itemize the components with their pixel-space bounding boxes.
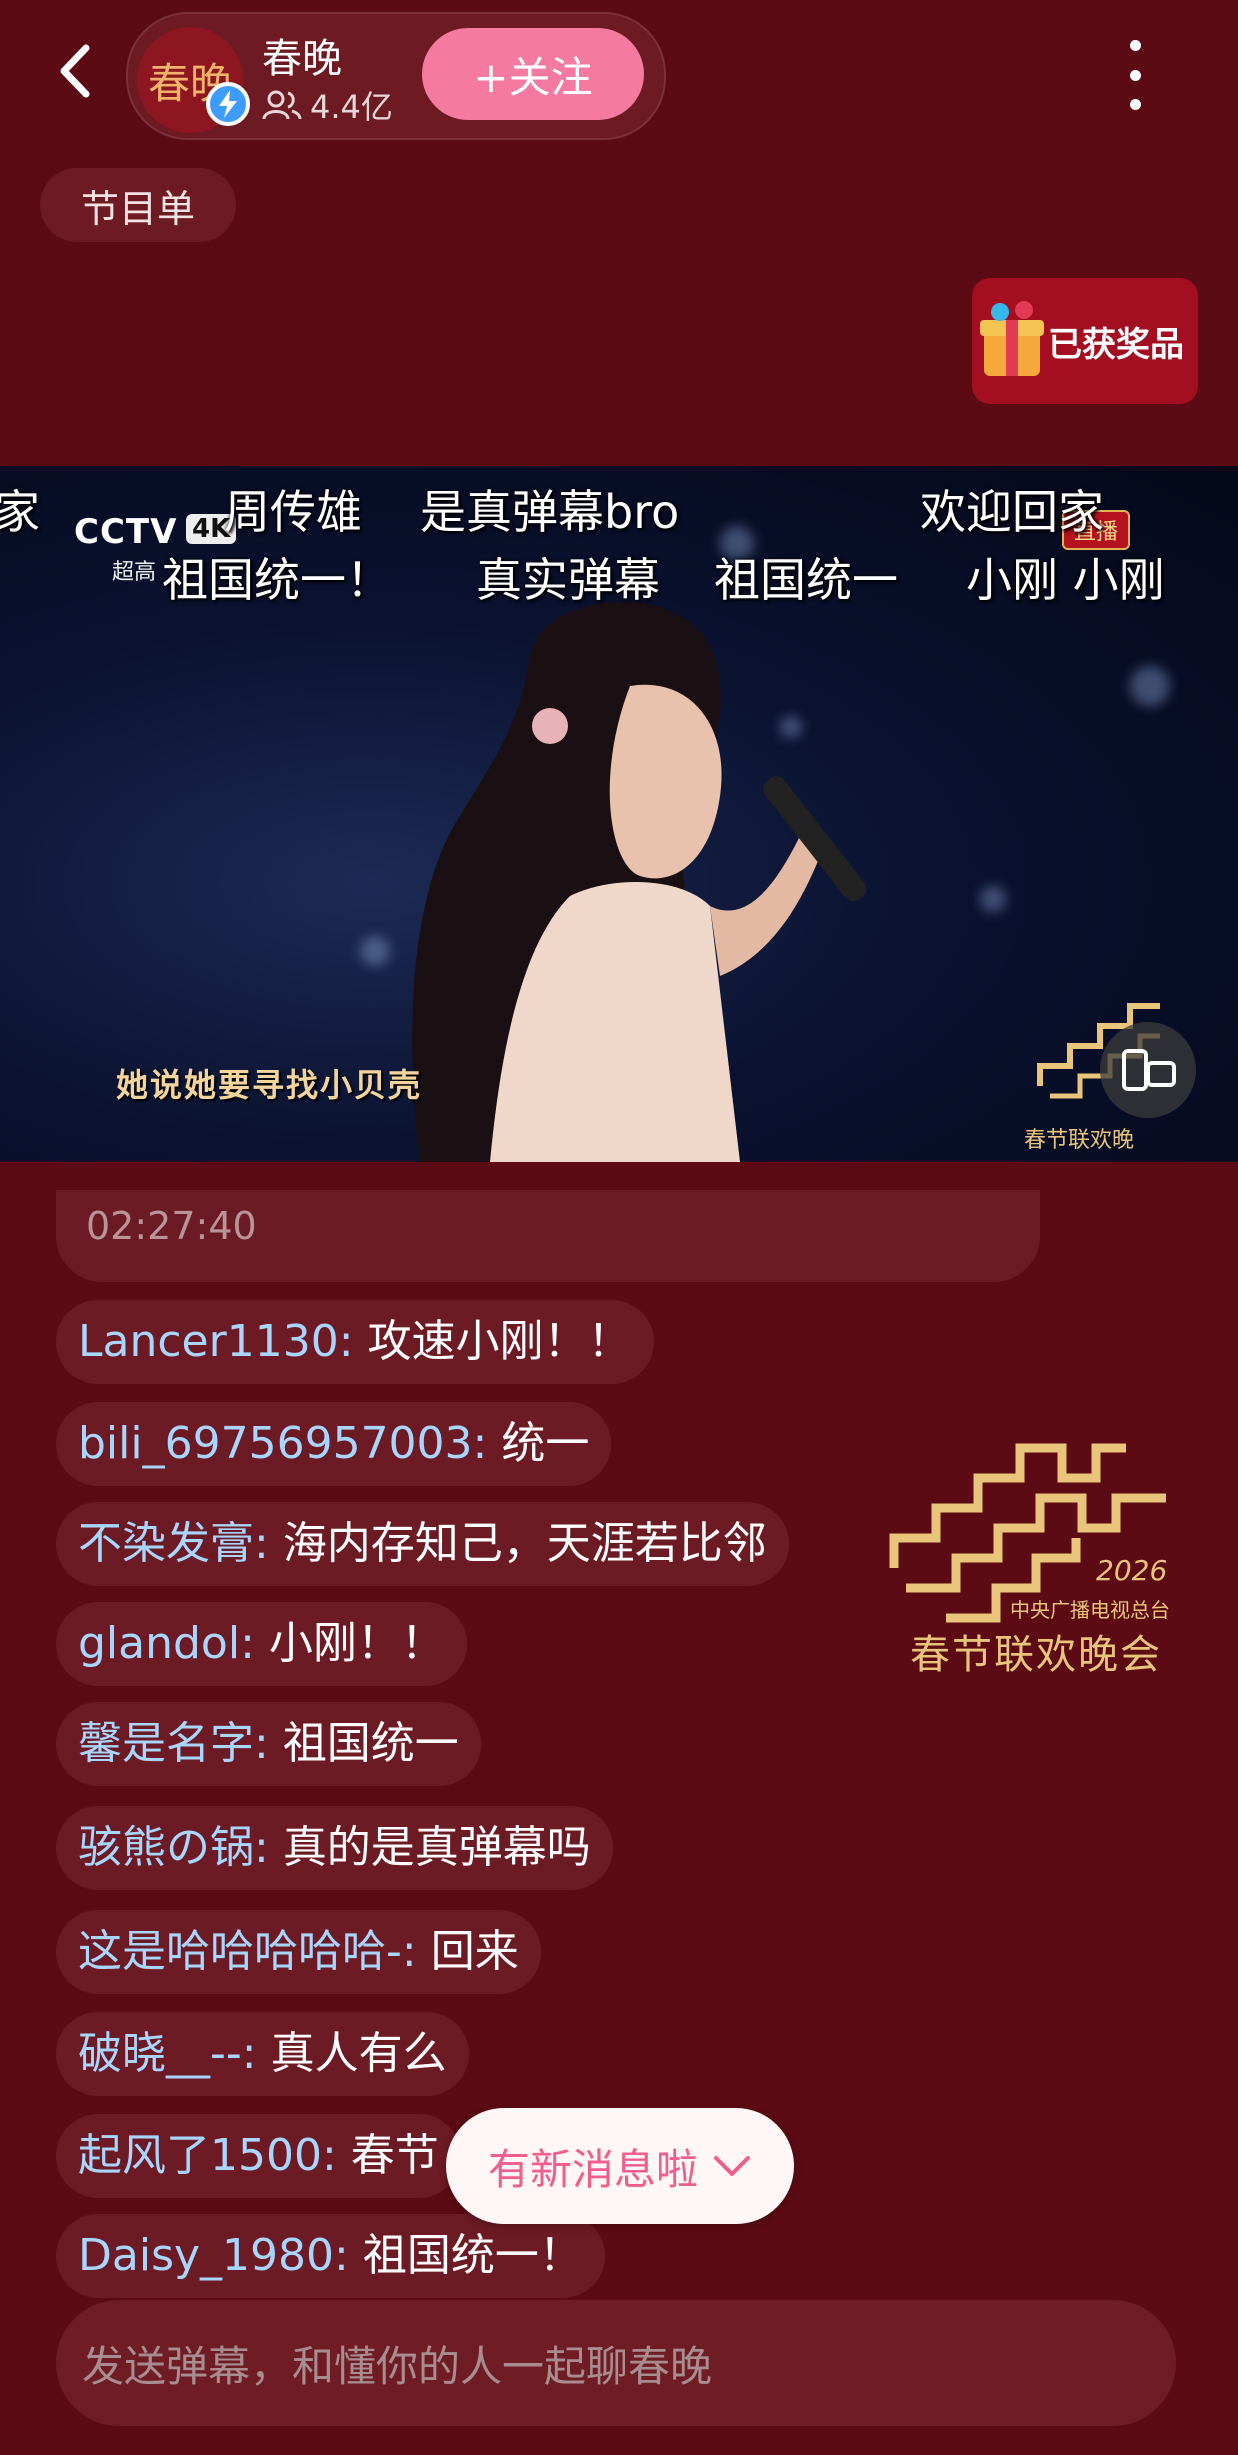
danmaku-item: 是真弹幕bro [420, 485, 680, 539]
rotate-screen-icon [1122, 1049, 1176, 1091]
chat-username[interactable]: 破晓__-- [78, 2028, 242, 2079]
chat-text: 祖国统一 [282, 1718, 459, 1769]
danmaku-input-placeholder: 发送弹幕，和懂你的人一起聊春晚 [82, 2341, 713, 2391]
danmaku-item: 真实弹幕 [476, 553, 660, 607]
chat-text: 统一 [501, 1418, 590, 1469]
danmaku-item: 欢迎回家 [920, 485, 1104, 539]
chat-message-partial: 02:27:40 [56, 1190, 1040, 1282]
danmaku-input[interactable]: 发送弹幕，和懂你的人一起聊春晚 [56, 2300, 1176, 2426]
users-icon [262, 90, 302, 120]
chat-username[interactable]: 起风了1500 [78, 2130, 322, 2181]
new-message-button[interactable]: 有新消息啦 [446, 2108, 794, 2224]
verified-icon [206, 82, 250, 126]
gala-title: 春节联欢晚会 [910, 1632, 1162, 1678]
danmaku-item: 祖国统一！ [162, 553, 392, 607]
chat-message[interactable]: glandol: 小刚！！ [56, 1602, 467, 1686]
chat-text: 祖国统一！ [362, 2230, 583, 2281]
chat-message[interactable]: 这是哈哈哈哈哈-: 回来 [56, 1910, 541, 1994]
chat-username[interactable]: Daisy_1980 [78, 2230, 334, 2281]
gala-org: 中央广播电视总台 [1010, 1598, 1170, 1622]
chevron-down-icon [714, 2156, 750, 2176]
chat-username[interactable]: Lancer1130 [78, 1316, 339, 1367]
chat-text: 真的是真弹幕吗 [282, 1822, 591, 1873]
chat-username[interactable]: 骇熊の锅 [78, 1822, 254, 1873]
prize-label: 已获奖品 [1048, 324, 1184, 365]
gala-watermark-text: 春节联欢晚 [1024, 1128, 1135, 1153]
chat-message[interactable]: 骇熊の锅: 真的是真弹幕吗 [56, 1806, 613, 1890]
danmaku-item: 小刚 小刚 [966, 553, 1165, 607]
video-subtitle: 她说她要寻找小贝壳 [116, 1066, 423, 1104]
program-list-button[interactable]: 节目单 [40, 168, 236, 242]
chat-message[interactable]: 不染发膏: 海内存知己，天涯若比邻 [56, 1502, 789, 1586]
chat-username[interactable]: glandol [78, 1618, 240, 1669]
chat-message[interactable]: 馨是名字: 祖国统一 [56, 1702, 481, 1786]
chevron-left-icon [60, 44, 90, 98]
chat-username[interactable]: 这是哈哈哈哈哈- [78, 1926, 402, 1977]
rotate-screen-button[interactable] [1100, 1022, 1196, 1118]
chat-message[interactable]: Daisy_1980: 祖国统一！ [56, 2214, 605, 2298]
danmaku-item: 祖国统一 [714, 553, 898, 607]
chat-username[interactable]: 不染发膏 [78, 1518, 254, 1569]
chat-text: 小刚！！ [268, 1618, 445, 1669]
chat-text: 春节 [350, 2130, 439, 2181]
chat-message[interactable]: 起风了1500: 春节 [56, 2114, 461, 2198]
danmaku-item: 周传雄 [224, 485, 362, 539]
follow-button[interactable]: +关注 [422, 28, 644, 120]
gala-year: 2026 [1096, 1554, 1168, 1587]
follower-count: 4.4亿 [262, 82, 393, 128]
chat-message[interactable]: 破晓__--: 真人有么 [56, 2012, 469, 2096]
gift-box-icon [980, 301, 1044, 376]
new-message-label: 有新消息啦 [487, 2144, 698, 2194]
chat-timestamp: 02:27:40 [86, 1204, 257, 1248]
follower-count-value: 4.4亿 [310, 88, 393, 126]
singer-image [412, 601, 867, 1162]
danmaku-item: 家 [0, 485, 40, 539]
chat-username[interactable]: 馨是名字 [78, 1718, 254, 1769]
channel-name[interactable]: 春晚 [262, 26, 342, 84]
chat-text: 回来 [430, 1926, 519, 1977]
back-button[interactable] [50, 36, 106, 106]
video-player[interactable]: CCTV 4K 超高 直播 家 周传雄 是真弹幕bro 欢迎回家 祖国统一！ 真… [0, 466, 1238, 1162]
chat-username[interactable]: bili_69756957003 [78, 1418, 473, 1469]
chat-message[interactable]: bili_69756957003: 统一 [56, 1402, 612, 1486]
more-options-icon[interactable] [1110, 40, 1160, 110]
channel-logo-sub: 超高 [112, 560, 157, 585]
chat-message[interactable]: Lancer1130: 攻速小刚！！ [56, 1300, 654, 1384]
chat-text: 攻速小刚！！ [367, 1316, 632, 1367]
chat-text: 真人有么 [270, 2028, 447, 2079]
chat-text: 海内存知己，天涯若比邻 [282, 1518, 767, 1569]
